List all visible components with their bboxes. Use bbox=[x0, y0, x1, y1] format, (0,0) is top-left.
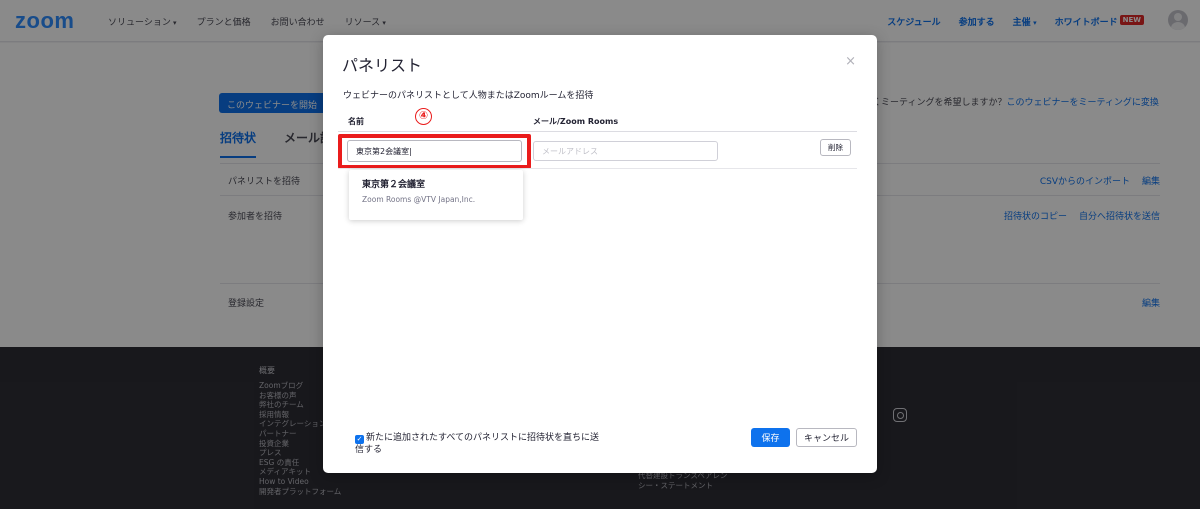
panelist-email-input[interactable] bbox=[533, 141, 718, 161]
row-divider bbox=[338, 168, 857, 169]
suggestion-subtitle: Zoom Rooms @VTV Japan,Inc. bbox=[362, 195, 476, 204]
step-number-badge: ④ bbox=[415, 108, 432, 125]
column-header-email: メール/Zoom Rooms bbox=[533, 117, 619, 126]
column-header-name: 名前 bbox=[348, 117, 364, 126]
checkbox-label: 新たに追加されたすべてのパネリストに招待状を直ちに送信する bbox=[355, 433, 600, 455]
panelist-dialog: パネリスト × ウェビナーのパネリストとして人物またはZoomルームを招待 名前… bbox=[323, 35, 877, 473]
cancel-button[interactable]: キャンセル bbox=[796, 428, 857, 447]
save-button[interactable]: 保存 bbox=[751, 428, 790, 447]
panelist-name-input[interactable] bbox=[347, 140, 522, 162]
dialog-description: ウェビナーのパネリストとして人物またはZoomルームを招待 bbox=[343, 91, 594, 101]
dialog-title: パネリスト bbox=[342, 56, 423, 75]
autocomplete-suggestion[interactable]: 東京第２会議室 Zoom Rooms @VTV Japan,Inc. bbox=[349, 170, 523, 220]
close-icon[interactable]: × bbox=[845, 54, 856, 69]
checkbox-checked-icon[interactable]: ✓ bbox=[355, 435, 364, 444]
table-header-divider bbox=[338, 131, 857, 132]
delete-button[interactable]: 削除 bbox=[820, 139, 851, 156]
send-invitation-checkbox-row[interactable]: ✓ 新たに追加されたすべてのパネリストに招待状を直ちに送信する bbox=[355, 432, 600, 456]
suggestion-title: 東京第２会議室 bbox=[362, 180, 426, 190]
